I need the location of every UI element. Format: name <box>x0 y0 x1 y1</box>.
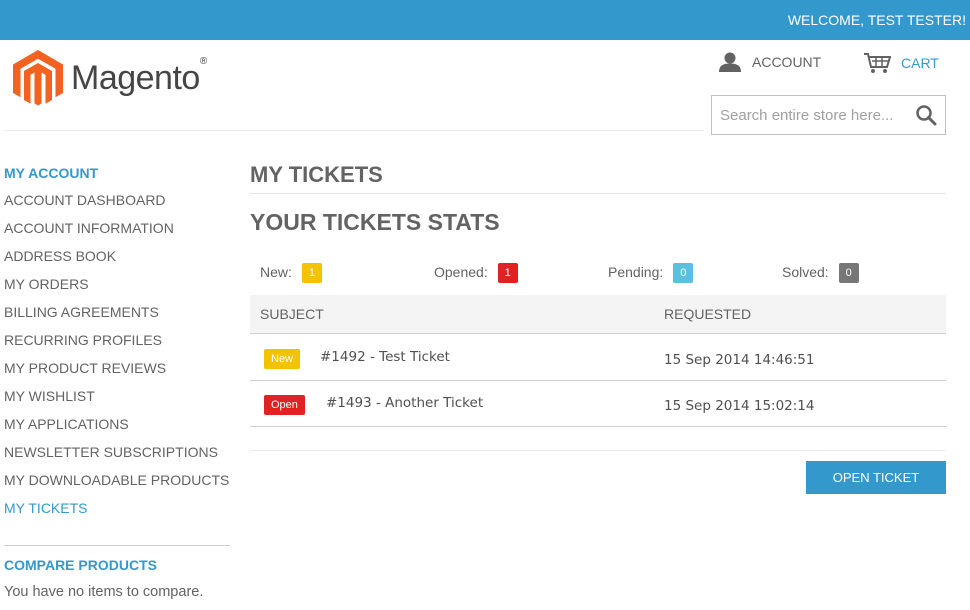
stat-pending: Pending: 0 <box>608 262 694 283</box>
column-header-subject: SUBJECT <box>260 306 324 322</box>
sidebar-item-my-product-reviews[interactable]: MY PRODUCT REVIEWS <box>4 354 230 382</box>
search-button[interactable] <box>915 104 937 126</box>
title-divider <box>250 193 946 194</box>
person-icon <box>719 52 741 72</box>
stat-new: New: 1 <box>260 262 322 283</box>
table-row[interactable]: Open #1493 - Another Ticket 15 Sep 2014 15… <box>250 381 946 427</box>
magento-logo-icon <box>13 50 63 106</box>
search-icon <box>916 105 937 126</box>
ticket-requested-date: 15 Sep 2014 14:46:51 <box>664 352 815 368</box>
sidebar-item-my-downloadable-products[interactable]: MY DOWNLOADABLE PRODUCTS <box>4 466 230 494</box>
stat-count-badge: 1 <box>301 263 322 283</box>
sidebar-item-newsletter-subscriptions[interactable]: NEWSLETTER SUBSCRIPTIONS <box>4 438 230 466</box>
stat-solved: Solved: 0 <box>782 262 859 283</box>
sidebar-item-address-book[interactable]: ADDRESS BOOK <box>4 242 230 270</box>
status-badge: New <box>264 349 301 369</box>
table-footer-divider <box>250 450 946 451</box>
logo[interactable]: Magento® <box>13 50 207 106</box>
welcome-message: WELCOME, TEST TESTER! <box>787 12 966 28</box>
sidebar-item-recurring-profiles[interactable]: RECURRING PROFILES <box>4 326 230 354</box>
account-sidebar: MY ACCOUNT ACCOUNT DASHBOARD ACCOUNT INFO… <box>4 160 230 522</box>
stat-label: Solved: <box>782 264 829 280</box>
header-divider <box>4 130 704 131</box>
account-link[interactable]: ACCOUNT <box>718 52 821 72</box>
account-label: ACCOUNT <box>752 54 822 70</box>
ticket-subject-link[interactable]: #1492 - Test Ticket <box>320 349 450 365</box>
sidebar-item-my-tickets[interactable]: MY TICKETS <box>4 494 230 522</box>
ticket-requested-date: 15 Sep 2014 15:02:14 <box>664 398 815 414</box>
stat-label: Opened: <box>434 264 488 280</box>
cart-icon <box>864 53 891 73</box>
sidebar-title: MY ACCOUNT <box>4 165 99 181</box>
compare-products-empty-text: You have no items to compare. <box>4 584 204 600</box>
sidebar-item-account-dashboard[interactable]: ACCOUNT DASHBOARD <box>4 186 230 214</box>
search-box <box>711 95 946 135</box>
stat-label: Pending: <box>608 264 664 280</box>
sidebar-item-my-applications[interactable]: MY APPLICATIONS <box>4 410 230 438</box>
stat-count-badge: 0 <box>673 263 694 283</box>
stat-opened: Opened: 1 <box>434 262 518 283</box>
stats-title: YOUR TICKETS STATS <box>250 209 500 235</box>
ticket-subject-link[interactable]: #1493 - Another Ticket <box>326 395 483 411</box>
cart-link[interactable]: CART <box>863 52 939 74</box>
sidebar-divider <box>4 545 230 546</box>
open-ticket-button[interactable]: OPEN TICKET <box>806 461 946 494</box>
sidebar-nav: ACCOUNT DASHBOARD ACCOUNT INFORMATION ADDR… <box>4 186 230 522</box>
status-badge: Open <box>264 395 305 415</box>
cart-label: CART <box>901 55 939 71</box>
top-bar: WELCOME, TEST TESTER! <box>0 0 970 40</box>
sidebar-item-billing-agreements[interactable]: BILLING AGREEMENTS <box>4 298 230 326</box>
table-row[interactable]: New #1492 - Test Ticket 15 Sep 2014 14:46:… <box>250 335 946 381</box>
stat-label: New: <box>260 264 292 280</box>
stat-count-badge: 0 <box>838 263 859 283</box>
search-input[interactable] <box>712 96 902 134</box>
sidebar-item-my-orders[interactable]: MY ORDERS <box>4 270 230 298</box>
tickets-table-header: SUBJECT REQUESTED <box>250 295 946 334</box>
sidebar-item-my-wishlist[interactable]: MY WISHLIST <box>4 382 230 410</box>
sidebar-item-account-information[interactable]: ACCOUNT INFORMATION <box>4 214 230 242</box>
page-title: MY TICKETS <box>250 162 383 187</box>
logo-text: Magento® <box>71 56 207 97</box>
compare-products-title: COMPARE PRODUCTS <box>4 557 157 573</box>
column-header-requested: REQUESTED <box>664 306 752 322</box>
stat-count-badge: 1 <box>497 263 518 283</box>
